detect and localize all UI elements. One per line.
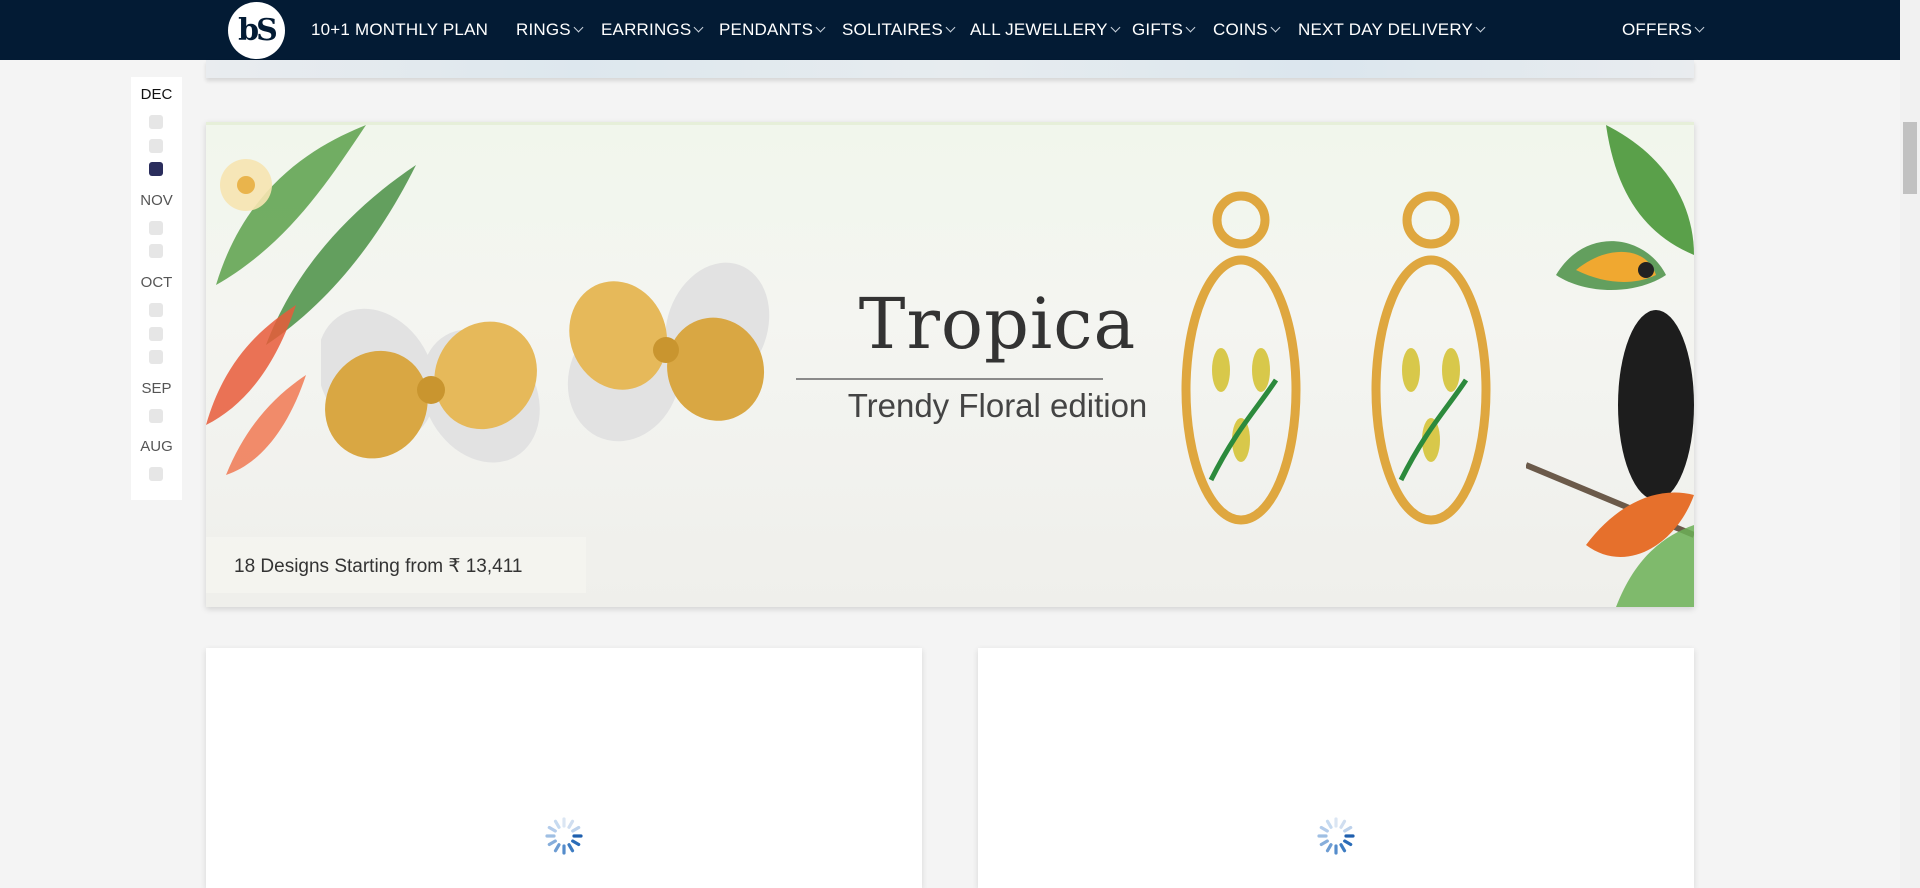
timeline-month-aug[interactable]: AUG — [131, 438, 182, 455]
loading-spinner-icon — [1317, 817, 1355, 855]
tropica-banner[interactable]: Tropica Trendy Floral edition 18 Designs… — [206, 122, 1694, 607]
nav-item-rings[interactable]: RINGS — [516, 0, 584, 60]
nav-item-gifts[interactable]: GIFTS — [1132, 0, 1196, 60]
previous-banner[interactable] — [206, 60, 1694, 78]
nav-item-pendants[interactable]: PENDANTS — [719, 0, 826, 60]
chevron-down-icon — [815, 22, 826, 33]
timeline-dot[interactable] — [149, 139, 163, 153]
chevron-down-icon — [1475, 22, 1486, 33]
timeline-dot[interactable] — [149, 221, 163, 235]
timeline-dot[interactable] — [149, 409, 163, 423]
banner-divider — [796, 378, 1103, 380]
banner-caption-text: 18 Designs Starting from ₹ 13,411 — [234, 556, 523, 577]
timeline-dot[interactable] — [149, 244, 163, 258]
product-card-loading[interactable] — [206, 648, 922, 888]
loading-spinner-icon — [545, 817, 583, 855]
month-timeline: DEC NOV OCT SEP AUG — [131, 77, 182, 500]
timeline-month-oct[interactable]: OCT — [131, 274, 182, 291]
top-navigation-bar: bS 10+1 MONTHLY PLAN RINGS EARRINGS PEND… — [0, 0, 1900, 60]
timeline-dot[interactable] — [149, 467, 163, 481]
nav-item-all-jewellery[interactable]: ALL JEWELLERY — [970, 0, 1121, 60]
chevron-down-icon — [1110, 22, 1121, 33]
banner-title: Tropica — [858, 283, 1137, 365]
timeline-month-nov[interactable]: NOV — [131, 192, 182, 209]
chevron-down-icon — [1185, 22, 1196, 33]
banner-caption: 18 Designs Starting from ₹ 13,411 — [206, 537, 586, 593]
nav-item-earrings[interactable]: EARRINGS — [601, 0, 704, 60]
nav-item-coins[interactable]: COINS — [1213, 0, 1281, 60]
timeline-month-sep[interactable]: SEP — [131, 380, 182, 397]
timeline-dot[interactable] — [149, 350, 163, 364]
nav-item-offers[interactable]: OFFERS — [1622, 0, 1705, 60]
nav-item-next-day-delivery[interactable]: NEXT DAY DELIVERY — [1298, 0, 1486, 60]
nav-item-monthly-plan[interactable]: 10+1 MONTHLY PLAN — [311, 0, 488, 60]
brand-logo[interactable]: bS — [228, 2, 285, 59]
timeline-dot[interactable] — [149, 115, 163, 129]
chevron-down-icon — [1270, 22, 1281, 33]
product-card-loading[interactable] — [978, 648, 1694, 888]
logo-icon: bS — [238, 13, 278, 48]
toucan-illustration — [1526, 125, 1694, 607]
nav-item-solitaires[interactable]: SOLITAIRES — [842, 0, 956, 60]
chevron-down-icon — [1694, 22, 1705, 33]
timeline-dot[interactable] — [149, 303, 163, 317]
timeline-dot-active[interactable] — [149, 162, 163, 176]
chevron-down-icon — [573, 22, 584, 33]
banner-subtitle: Trendy Floral edition — [847, 387, 1148, 424]
scrollbar-thumb[interactable] — [1903, 122, 1917, 194]
chevron-down-icon — [693, 22, 704, 33]
timeline-month-dec[interactable]: DEC — [131, 86, 182, 103]
timeline-dot[interactable] — [149, 327, 163, 341]
chevron-down-icon — [945, 22, 956, 33]
drop-earrings-illustration — [1181, 191, 1491, 525]
